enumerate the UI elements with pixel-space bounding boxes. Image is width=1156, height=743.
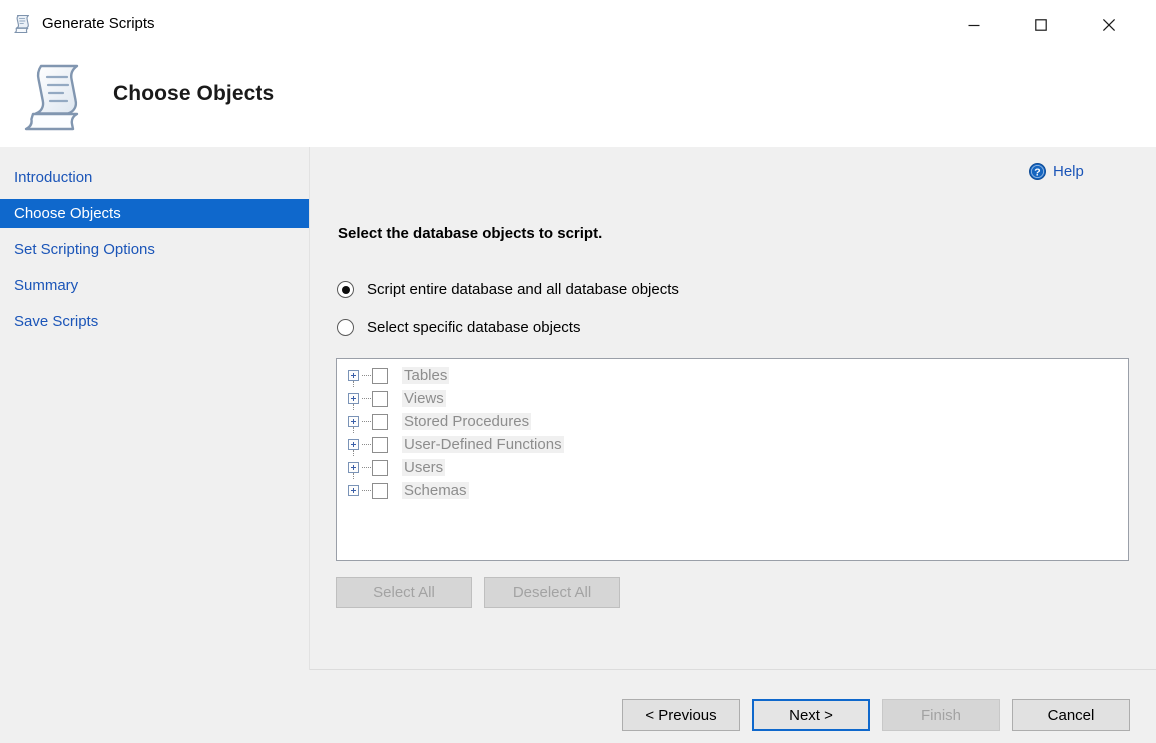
content-panel: ? Help Select the database objects to sc… <box>310 147 1156 743</box>
close-icon[interactable] <box>1086 10 1132 40</box>
tree-item-users[interactable]: Users <box>345 456 564 479</box>
help-link[interactable]: ? Help <box>1029 160 1084 182</box>
expand-plus-icon[interactable] <box>345 433 362 456</box>
tree-connector-horizontal <box>362 490 371 492</box>
tree-item-label: Users <box>402 459 445 476</box>
object-tree-listbox[interactable]: Tables Views Stored Proced <box>336 358 1129 561</box>
wizard-sidebar: Introduction Choose Objects Set Scriptin… <box>0 147 309 743</box>
tree-item-label: Stored Procedures <box>402 413 531 430</box>
radio-select-specific-objects[interactable]: Select specific database objects <box>337 319 580 336</box>
section-heading: Select the database objects to script. <box>338 225 602 242</box>
object-tree: Tables Views Stored Proced <box>345 364 564 502</box>
sidebar-item-label: Choose Objects <box>14 205 121 222</box>
radio-indicator <box>337 281 354 298</box>
sidebar-item-label: Set Scripting Options <box>14 241 155 258</box>
radio-label: Script entire database and all database … <box>367 281 679 298</box>
page-title: Choose Objects <box>113 82 274 106</box>
sidebar-item-summary[interactable]: Summary <box>0 271 309 300</box>
finish-button[interactable]: Finish <box>882 699 1000 731</box>
dialog-body: Introduction Choose Objects Set Scriptin… <box>0 147 1156 743</box>
maximize-icon[interactable] <box>1018 10 1064 40</box>
tree-item-checkbox[interactable] <box>372 368 388 384</box>
sidebar-item-label: Introduction <box>14 169 92 186</box>
sidebar-item-label: Summary <box>14 277 78 294</box>
tree-connector-horizontal <box>362 398 371 400</box>
tree-connector-horizontal <box>362 421 371 423</box>
tree-item-stored-procedures[interactable]: Stored Procedures <box>345 410 564 433</box>
tree-item-label: Tables <box>402 367 449 384</box>
tree-connector-horizontal <box>362 467 371 469</box>
expand-plus-icon[interactable] <box>345 479 362 502</box>
tree-item-schemas[interactable]: Schemas <box>345 479 564 502</box>
svg-text:?: ? <box>1034 166 1040 178</box>
radio-label: Select specific database objects <box>367 319 580 336</box>
page-header: Choose Objects <box>0 48 1156 147</box>
sidebar-item-label: Save Scripts <box>14 313 98 330</box>
next-button[interactable]: Next > <box>752 699 870 731</box>
tree-item-checkbox[interactable] <box>372 391 388 407</box>
tree-item-tables[interactable]: Tables <box>345 364 564 387</box>
radio-indicator <box>337 319 354 336</box>
tree-item-checkbox[interactable] <box>372 460 388 476</box>
tree-item-label: User-Defined Functions <box>402 436 564 453</box>
tree-connector-horizontal <box>362 444 371 446</box>
dialog-footer: < Previous Next > Finish Cancel <box>0 670 1156 743</box>
tree-item-label: Views <box>402 390 446 407</box>
help-circle-icon: ? <box>1029 163 1046 180</box>
deselect-all-button[interactable]: Deselect All <box>484 577 620 608</box>
sidebar-item-set-scripting-options[interactable]: Set Scripting Options <box>0 235 309 264</box>
sidebar-item-save-scripts[interactable]: Save Scripts <box>0 307 309 336</box>
script-scroll-icon <box>11 12 35 36</box>
expand-plus-icon[interactable] <box>345 387 362 410</box>
window-title: Generate Scripts <box>42 13 155 35</box>
expand-plus-icon[interactable] <box>345 410 362 433</box>
tree-item-label: Schemas <box>402 482 469 499</box>
sidebar-item-introduction[interactable]: Introduction <box>0 163 309 192</box>
tree-item-checkbox[interactable] <box>372 437 388 453</box>
tree-item-checkbox[interactable] <box>372 483 388 499</box>
sidebar-item-choose-objects[interactable]: Choose Objects <box>0 199 309 228</box>
tree-item-user-defined-functions[interactable]: User-Defined Functions <box>345 433 564 456</box>
cancel-button[interactable]: Cancel <box>1012 699 1130 731</box>
select-all-button[interactable]: Select All <box>336 577 472 608</box>
title-bar: Generate Scripts <box>0 0 1156 48</box>
tree-item-views[interactable]: Views <box>345 387 564 410</box>
previous-button[interactable]: < Previous <box>622 699 740 731</box>
expand-plus-icon[interactable] <box>345 456 362 479</box>
tree-connector-horizontal <box>362 375 371 377</box>
script-scroll-large-icon <box>22 58 94 134</box>
radio-script-entire-database[interactable]: Script entire database and all database … <box>337 281 679 298</box>
tree-item-checkbox[interactable] <box>372 414 388 430</box>
help-label: Help <box>1053 163 1084 180</box>
generate-scripts-dialog: Generate Scripts <box>0 0 1156 743</box>
expand-plus-icon[interactable] <box>345 364 362 387</box>
minimize-icon[interactable] <box>951 10 997 40</box>
